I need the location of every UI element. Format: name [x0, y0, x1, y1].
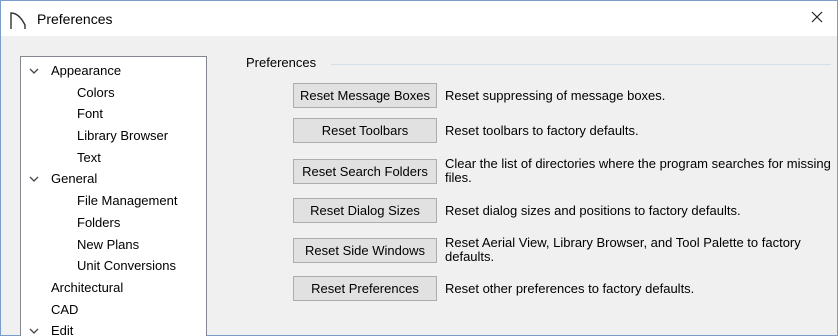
reset-row-side-windows: Reset Side Windows Reset Aerial View, Li… — [293, 236, 835, 264]
tree-item-label: Folders — [77, 214, 121, 230]
reset-toolbars-button[interactable]: Reset Toolbars — [293, 118, 437, 143]
tree-item-label: Architectural — [51, 279, 124, 295]
tree-item-new-plans[interactable]: New Plans — [21, 234, 206, 256]
preferences-dialog: Preferences Appearance Colors Font Libra… — [0, 0, 838, 336]
row-description: Clear the list of directories where the … — [445, 156, 831, 185]
reset-side-windows-button[interactable]: Reset Side Windows — [293, 237, 437, 263]
tree-item-edit[interactable]: Edit — [21, 320, 206, 336]
tree-item-font[interactable]: Font — [21, 103, 206, 125]
tree-item-general[interactable]: General — [21, 168, 206, 190]
tree-item-file-management[interactable]: File Management — [21, 190, 206, 212]
reset-row-preferences: Reset Preferences Reset other preference… — [293, 276, 835, 301]
tree-item-label: Unit Conversions — [77, 258, 176, 274]
reset-dialog-sizes-button[interactable]: Reset Dialog Sizes — [293, 198, 437, 223]
reset-preferences-button[interactable]: Reset Preferences — [293, 276, 437, 301]
reset-row-toolbars: Reset Toolbars Reset toolbars to factory… — [293, 118, 835, 143]
tree-item-label: New Plans — [77, 236, 140, 252]
chevron-down-icon[interactable] — [28, 168, 40, 189]
group-divider — [331, 64, 831, 65]
reset-message-boxes-button[interactable]: Reset Message Boxes — [293, 83, 437, 108]
reset-search-folders-button[interactable]: Reset Search Folders — [293, 158, 437, 184]
tree-item-library-browser[interactable]: Library Browser — [21, 125, 206, 147]
row-description: Reset dialog sizes and positions to fact… — [445, 202, 741, 218]
tree-item-text[interactable]: Text — [21, 147, 206, 169]
reset-row-search-folders: Reset Search Folders Clear the list of d… — [293, 157, 835, 185]
reset-row-message-boxes: Reset Message Boxes Reset suppressing of… — [293, 83, 835, 108]
chevron-down-icon[interactable] — [28, 320, 40, 336]
row-description: Reset Aerial View, Library Browser, and … — [445, 235, 801, 264]
tree-item-architectural[interactable]: Architectural — [21, 277, 206, 299]
reset-row-dialog-sizes: Reset Dialog Sizes Reset dialog sizes an… — [293, 198, 835, 223]
category-tree[interactable]: Appearance Colors Font Library Browser T… — [20, 56, 207, 336]
title-bar: Preferences — [1, 1, 837, 36]
tree-item-label: File Management — [77, 193, 178, 209]
tree-item-appearance[interactable]: Appearance — [21, 60, 206, 82]
tree-item-label: Font — [77, 106, 104, 122]
row-description: Reset suppressing of message boxes. — [445, 87, 666, 103]
row-description: Reset other preferences to factory defau… — [445, 280, 695, 296]
tree-item-label: Appearance — [51, 63, 122, 78]
tree-item-label: Edit — [51, 323, 74, 336]
tree-item-cad[interactable]: CAD — [21, 299, 206, 321]
tree-item-label: CAD — [51, 301, 79, 317]
tree-item-unit-conversions[interactable]: Unit Conversions — [21, 255, 206, 277]
tree-item-label: General — [51, 171, 98, 187]
row-description: Reset toolbars to factory defaults. — [445, 122, 639, 138]
tree-item-folders[interactable]: Folders — [21, 212, 206, 234]
tree-item-colors[interactable]: Colors — [21, 82, 206, 104]
close-icon — [811, 11, 823, 26]
tree-item-label: Text — [77, 149, 101, 165]
window-title: Preferences — [37, 11, 113, 27]
chevron-down-icon[interactable] — [28, 60, 40, 81]
arch-icon — [8, 10, 28, 30]
tree-item-label: Library Browser — [77, 128, 169, 144]
group-title: Preferences — [246, 55, 321, 70]
tree-item-label: Colors — [77, 84, 115, 100]
close-button[interactable] — [797, 1, 837, 36]
